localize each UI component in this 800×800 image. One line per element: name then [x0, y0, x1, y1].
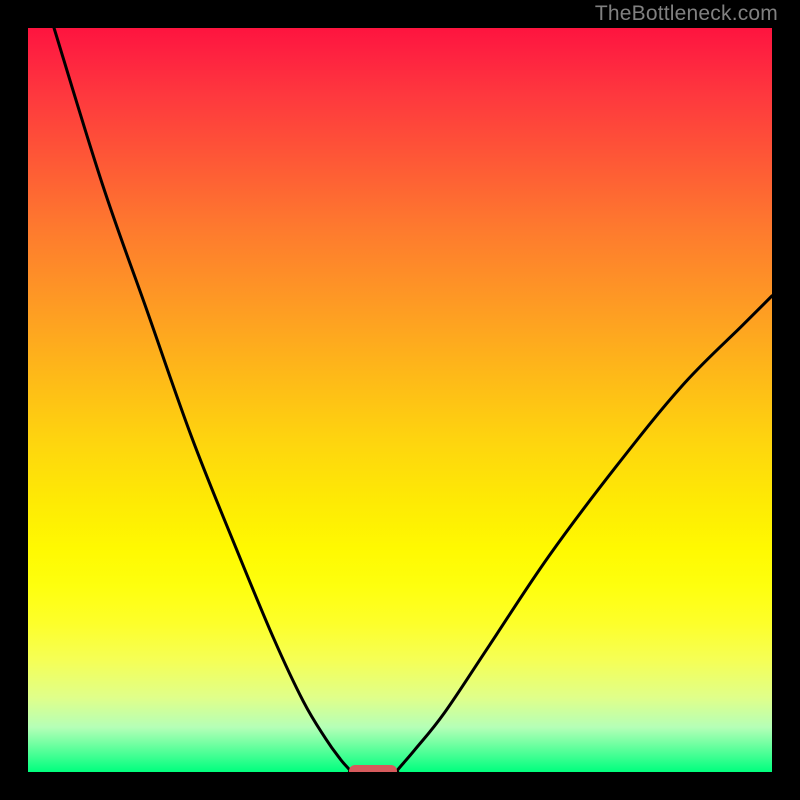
- right-branch: [396, 296, 772, 772]
- outer-frame: [14, 14, 786, 786]
- bottleneck-curve: [28, 28, 772, 772]
- left-branch: [54, 28, 350, 772]
- plot-area: [28, 28, 772, 772]
- valley-marker: [349, 765, 397, 773]
- watermark-text: TheBottleneck.com: [595, 2, 778, 26]
